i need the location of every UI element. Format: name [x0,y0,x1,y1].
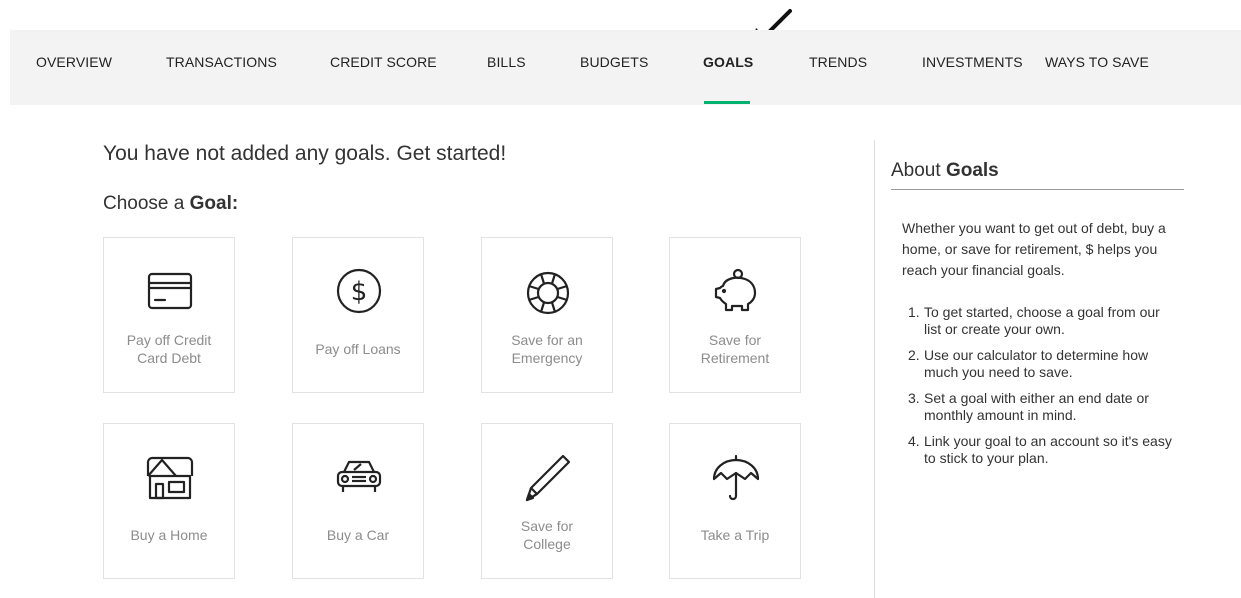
goal-card-label: Take a Trip [700,527,770,543]
empty-goals-message: You have not added any goals. Get starte… [103,142,507,165]
credit-card-icon [147,272,193,310]
svg-text:$: $ [351,277,368,307]
active-tab-indicator [704,101,750,104]
goal-card-car[interactable]: Buy a Car [292,423,424,579]
piggy-bank-icon [714,268,757,312]
goal-card-credit-card-debt[interactable]: Pay off Credit Card Debt [103,237,235,393]
about-goals-title: About Goals [891,160,999,181]
top-navigation-bar: OVERVIEW TRANSACTIONS CREDIT SCORE BILLS… [10,30,1241,105]
goal-card-label: Pay off Loans [315,341,401,357]
tab-budgets[interactable]: BUDGETS [580,30,648,105]
tab-transactions[interactable]: TRANSACTIONS [166,30,277,105]
list-item: 1. To get started, choose a goal from our… [908,304,1160,337]
choose-goal-heading: Choose a Goal: [103,193,239,214]
list-item: 3. Set a goal with either an end date or … [908,390,1149,423]
goal-card-label: Buy a Car [326,527,390,543]
goal-card-label: Save for an Emergency [511,332,583,366]
tab-bills[interactable]: BILLS [487,30,526,105]
goal-card-loans[interactable]: $ Pay off Loans [292,237,424,393]
goal-card-home[interactable]: Buy a Home [103,423,235,579]
pencil-icon [525,454,571,502]
goal-card-label: Save for College [520,518,574,552]
tab-goals[interactable]: GOALS [703,30,753,105]
tab-credit-score[interactable]: CREDIT SCORE [330,30,437,105]
dollar-coin-icon: $ [336,268,382,314]
umbrella-icon [712,454,760,501]
goal-card-label: Save for Retirement [700,332,770,366]
about-goals-description: Whether you want to get out of debt, buy… [902,220,1166,278]
about-title-rule [891,189,1184,190]
tab-trends[interactable]: TRENDS [809,30,867,105]
about-goals-steps: 1. To get started, choose a goal from our… [902,304,1172,476]
car-icon [336,460,382,492]
goal-card-retirement[interactable]: Save for Retirement [669,237,801,393]
life-ring-icon [526,271,570,315]
house-icon [146,456,194,500]
sidebar-divider [874,140,875,598]
tab-investments[interactable]: INVESTMENTS [922,30,1023,105]
goal-card-label: Pay off Credit Card Debt [126,332,212,366]
goal-card-emergency[interactable]: Save for an Emergency [481,237,613,393]
list-item: 2. Use our calculator to determine how mu… [908,347,1149,380]
list-item: 4. Link your goal to an account so it's e… [908,433,1172,466]
goal-card-trip[interactable]: Take a Trip [669,423,801,579]
goal-card-label: Buy a Home [130,527,208,543]
tab-overview[interactable]: OVERVIEW [36,30,112,105]
goal-card-college[interactable]: Save for College [481,423,613,579]
tab-ways-to-save[interactable]: WAYS TO SAVE [1045,30,1149,105]
